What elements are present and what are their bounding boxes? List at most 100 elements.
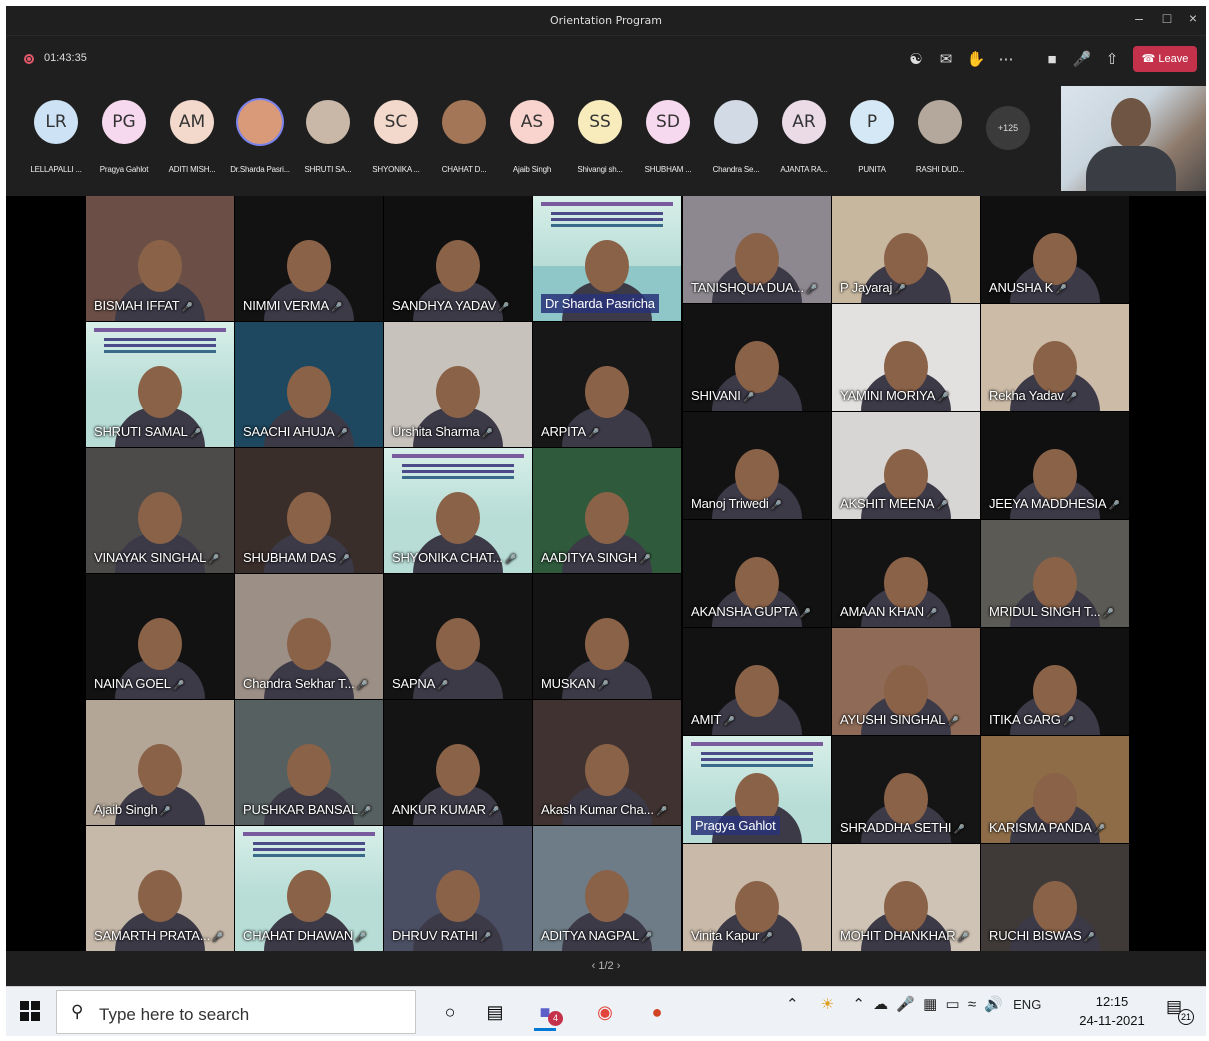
- minimize-icon[interactable]: –: [1126, 10, 1152, 26]
- video-tile[interactable]: Rekha Yadav: [981, 304, 1129, 411]
- video-tile[interactable]: Manoj Triwedi: [683, 412, 831, 519]
- participant-card[interactable]: Dr.Sharda Pasri...: [228, 96, 292, 181]
- participant-card[interactable]: LR LELLAPALLI ...: [24, 96, 88, 181]
- participants-icon[interactable]: ☯: [904, 48, 928, 72]
- participant-avatar: SD: [646, 100, 690, 144]
- participant-card[interactable]: SS Shivangi sh...: [568, 96, 632, 181]
- video-tile[interactable]: SHYONIKA CHAT...: [384, 448, 532, 573]
- mic-tray-icon[interactable]: 🎤: [896, 996, 915, 1013]
- video-tile[interactable]: SHIVANI: [683, 304, 831, 411]
- cortana-icon[interactable]: ○: [431, 993, 469, 1031]
- video-tile[interactable]: YAMINI MORIYA: [832, 304, 980, 411]
- video-tile[interactable]: MUSKAN: [533, 574, 681, 699]
- previous-page-icon[interactable]: ‹: [592, 960, 596, 972]
- video-tile[interactable]: P Jayaraj: [832, 196, 980, 303]
- video-tile[interactable]: NAINA GOEL: [86, 574, 234, 699]
- chrome-icon[interactable]: ◉: [586, 993, 624, 1031]
- chat-icon[interactable]: ✉: [934, 48, 958, 72]
- participant-card[interactable]: RASHI DUD...: [908, 96, 972, 181]
- video-tile[interactable]: Pragya Gahlot: [683, 736, 831, 843]
- notification-center-icon[interactable]: ▤ 21: [1166, 997, 1194, 1025]
- taskbar-search[interactable]: ⚲ Type here to search: [56, 990, 416, 1034]
- task-view-icon[interactable]: ▤: [476, 993, 514, 1031]
- onedrive-icon[interactable]: ☁: [873, 996, 888, 1013]
- video-tile[interactable]: AYUSHI SINGHAL: [832, 628, 980, 735]
- network-adapter-icon[interactable]: ▦: [923, 996, 937, 1013]
- wifi-icon[interactable]: ≈: [968, 996, 976, 1013]
- weather-icon[interactable]: ☀: [821, 996, 834, 1013]
- language-indicator[interactable]: ENG: [1013, 997, 1041, 1012]
- participant-card[interactable]: PG Pragya Gahlot: [92, 96, 156, 181]
- participant-card[interactable]: SD SHUBHAM ...: [636, 96, 700, 181]
- video-tile[interactable]: JEEYA MADDHESIA: [981, 412, 1129, 519]
- video-tile[interactable]: VINAYAK SINGHAL: [86, 448, 234, 573]
- windows-start-icon[interactable]: [20, 1001, 40, 1021]
- video-tile[interactable]: PUSHKAR BANSAL: [235, 700, 383, 825]
- video-tile[interactable]: AMIT: [683, 628, 831, 735]
- battery-icon[interactable]: ▭: [946, 996, 960, 1013]
- share-screen-icon[interactable]: ⇧: [1100, 48, 1124, 72]
- video-tile[interactable]: AKSHIT MEENA: [832, 412, 980, 519]
- video-tile[interactable]: ANUSHA K: [981, 196, 1129, 303]
- participant-video-name: ANKUR KUMAR: [392, 802, 499, 817]
- video-tile[interactable]: Dr Sharda Pasricha: [533, 196, 681, 321]
- participant-card[interactable]: Chandra Se...: [704, 96, 768, 181]
- video-tile[interactable]: Urshita Sharma: [384, 322, 532, 447]
- microphone-icon[interactable]: 🎤: [1070, 48, 1094, 72]
- video-tile[interactable]: CHAHAT DHAWAN: [235, 826, 383, 951]
- participant-card[interactable]: CHAHAT D...: [432, 96, 496, 181]
- video-tile[interactable]: DHRUV RATHI: [384, 826, 532, 951]
- video-tile[interactable]: ANKUR KUMAR: [384, 700, 532, 825]
- video-tile[interactable]: SAPNA: [384, 574, 532, 699]
- reactions-icon[interactable]: ✋: [964, 48, 988, 72]
- video-tile[interactable]: SHRADDHA SETHI: [832, 736, 980, 843]
- participant-card[interactable]: SHRUTI SA...: [296, 96, 360, 181]
- video-tile[interactable]: BISMAH IFFAT: [86, 196, 234, 321]
- video-tile[interactable]: AKANSHA GUPTA: [683, 520, 831, 627]
- participant-card[interactable]: AR AJANTA RA...: [772, 96, 836, 181]
- video-tile[interactable]: RUCHI BISWAS: [981, 844, 1129, 951]
- video-tile[interactable]: SHUBHAM DAS: [235, 448, 383, 573]
- show-hidden-icons-icon[interactable]: ⌃: [786, 996, 799, 1013]
- chevron-up-icon[interactable]: ⌃: [852, 996, 865, 1013]
- more-participants-badge[interactable]: +125: [986, 106, 1030, 150]
- taskbar-clock[interactable]: 12:15 24-11-2021: [1072, 992, 1152, 1030]
- person-face: [138, 239, 182, 292]
- video-tile[interactable]: AADITYA SINGH: [533, 448, 681, 573]
- video-tile[interactable]: MRIDUL SINGH T...: [981, 520, 1129, 627]
- video-tile[interactable]: MOHIT DHANKHAR: [832, 844, 980, 951]
- teams-app-icon[interactable]: ■ 4: [526, 993, 564, 1031]
- camera-icon[interactable]: ■: [1040, 48, 1064, 72]
- close-icon[interactable]: ×: [1180, 10, 1206, 26]
- video-tile[interactable]: NIMMI VERMA: [235, 196, 383, 321]
- maximize-icon[interactable]: □: [1154, 10, 1180, 26]
- participant-video-name: ITIKA GARG: [989, 712, 1074, 727]
- video-tile[interactable]: SANDHYA YADAV: [384, 196, 532, 321]
- volume-icon[interactable]: 🔊: [984, 996, 1003, 1013]
- video-tile[interactable]: SAMARTH PRATA...: [86, 826, 234, 951]
- video-tile[interactable]: Chandra Sekhar T...: [235, 574, 383, 699]
- meeting-timer: 01:43:35: [44, 52, 87, 64]
- video-tile[interactable]: AMAAN KHAN: [832, 520, 980, 627]
- participant-card[interactable]: AS Ajaib Singh: [500, 96, 564, 181]
- participant-name: Dr.Sharda Pasri...: [230, 165, 290, 174]
- next-page-icon[interactable]: ›: [617, 960, 621, 972]
- video-tile[interactable]: SAACHI AHUJA: [235, 322, 383, 447]
- leave-button[interactable]: ☎ Leave: [1133, 46, 1197, 72]
- participant-card[interactable]: AM ADITI MISH...: [160, 96, 224, 181]
- powerpoint-icon[interactable]: ●: [638, 993, 676, 1031]
- participant-video-name: KARISMA PANDA: [989, 820, 1105, 835]
- video-tile[interactable]: ARPITA: [533, 322, 681, 447]
- participant-video-name: AMAAN KHAN: [840, 604, 937, 619]
- video-tile[interactable]: ADITYA NAGPAL: [533, 826, 681, 951]
- video-tile[interactable]: Ajaib Singh: [86, 700, 234, 825]
- video-tile[interactable]: TANISHQUA DUA...: [683, 196, 831, 303]
- more-options-icon[interactable]: ⋯: [994, 48, 1018, 72]
- participant-card[interactable]: P PUNITA: [840, 96, 904, 181]
- video-tile[interactable]: ITIKA GARG: [981, 628, 1129, 735]
- video-tile[interactable]: Akash Kumar Cha...: [533, 700, 681, 825]
- video-tile[interactable]: KARISMA PANDA: [981, 736, 1129, 843]
- video-tile[interactable]: SHRUTI SAMAL: [86, 322, 234, 447]
- participant-card[interactable]: SC SHYONIKA ...: [364, 96, 428, 181]
- video-tile[interactable]: Vinita Kapur: [683, 844, 831, 951]
